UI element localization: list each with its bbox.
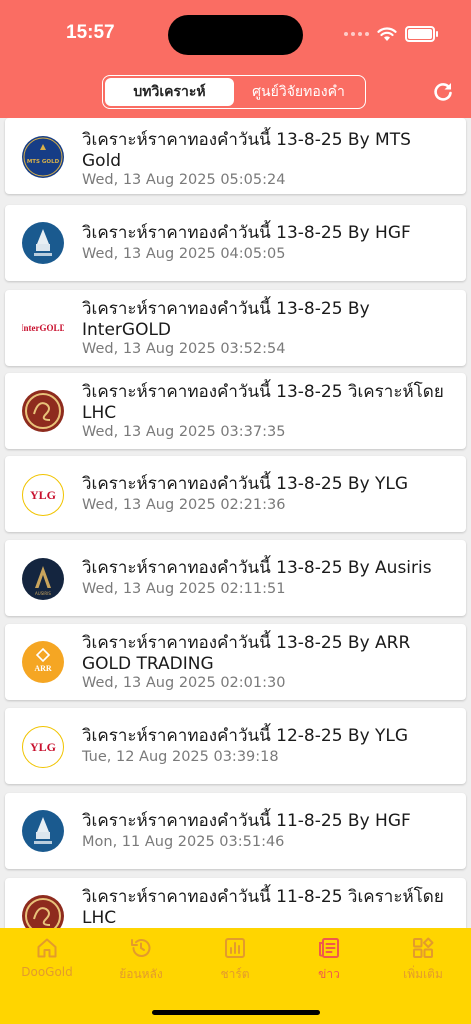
tab-chart[interactable]: ชาร์ต <box>195 936 275 984</box>
intergold-logo: InterGOLD <box>22 307 64 349</box>
tab-label: DooGold <box>21 965 73 979</box>
tab-history[interactable]: ย้อนหลัง <box>101 936 181 984</box>
hgf-logo <box>22 810 64 852</box>
article-card[interactable]: วิเคราะห์ราคาทองคำวันนี้ 11-8-25 วิเคราะ… <box>5 878 466 928</box>
article-card[interactable]: ARR วิเคราะห์ราคาทองคำวันนี้ 13-8-25 By … <box>5 624 466 700</box>
article-date: Wed, 13 Aug 2025 05:05:24 <box>82 172 286 188</box>
ylg-logo: YLG <box>22 474 64 516</box>
article-title: วิเคราะห์ราคาทองคำวันนี้ 11-8-25 วิเคราะ… <box>82 887 444 928</box>
article-title: วิเคราะห์ราคาทองคำวันนี้ 13-8-25 By HGF <box>82 223 411 243</box>
home-indicator <box>152 1010 320 1015</box>
article-date: Wed, 13 Aug 2025 02:11:51 <box>82 581 286 597</box>
article-title: วิเคราะห์ราคาทองคำวันนี้ 13-8-25 By YLG <box>82 474 409 494</box>
tab-more[interactable]: เพิ่มเติม <box>383 936 463 984</box>
history-icon <box>131 939 151 957</box>
segmented-control: บทวิเคราะห์ ศูนย์วิจัยทองคำ <box>102 75 366 109</box>
article-date: Wed, 13 Aug 2025 03:52:54 <box>82 341 286 357</box>
tab-label: ชาร์ต <box>220 967 250 981</box>
article-title: วิเคราะห์ราคาทองคำวันนี้ 13-8-25 By Inte… <box>82 299 370 340</box>
article-title: วิเคราะห์ราคาทองคำวันนี้ 12-8-25 By YLG <box>82 726 409 746</box>
battery-icon <box>405 26 438 42</box>
tab-analysis[interactable]: บทวิเคราะห์ <box>105 78 234 106</box>
article-card[interactable]: วิเคราะห์ราคาทองคำวันนี้ 11-8-25 By HGF … <box>5 793 466 869</box>
refresh-icon[interactable] <box>431 80 455 104</box>
article-date: Wed, 13 Aug 2025 03:37:35 <box>82 424 286 440</box>
article-title: วิเคราะห์ราคาทองคำวันนี้ 13-8-25 By MTS … <box>82 130 411 171</box>
article-date: Wed, 13 Aug 2025 02:01:30 <box>82 675 286 691</box>
hgf-logo <box>22 222 64 264</box>
article-date: Tue, 12 Aug 2025 03:39:18 <box>82 749 279 765</box>
news-icon <box>319 938 339 958</box>
status-icons <box>344 26 438 42</box>
tab-doogold[interactable]: DooGold <box>7 936 87 979</box>
tab-label: ข่าว <box>318 967 340 981</box>
tab-label: ย้อนหลัง <box>119 967 163 981</box>
signal-icon <box>344 32 369 36</box>
wifi-icon <box>377 26 397 41</box>
article-title: วิเคราะห์ราคาทองคำวันนี้ 13-8-25 By ARR … <box>82 633 411 674</box>
mts-gold-logo: MTS GOLD <box>22 136 64 178</box>
article-date: Wed, 13 Aug 2025 04:05:05 <box>82 246 286 262</box>
status-time: 15:57 <box>66 22 115 43</box>
dynamic-island <box>168 15 303 55</box>
svg-text:MTS GOLD: MTS GOLD <box>27 159 60 165</box>
article-date: Wed, 13 Aug 2025 02:21:36 <box>82 497 286 513</box>
article-card[interactable]: วิเคราะห์ราคาทองคำวันนี้ 13-8-25 วิเคราะ… <box>5 373 466 449</box>
ausiris-logo: AUSIRIS <box>22 558 64 600</box>
home-icon <box>37 938 57 958</box>
article-card[interactable]: AUSIRIS วิเคราะห์ราคาทองคำวันนี้ 13-8-25… <box>5 540 466 616</box>
tab-news[interactable]: ข่าว <box>289 936 369 984</box>
svg-text:AUSIRIS: AUSIRIS <box>35 591 51 596</box>
article-title: วิเคราะห์ราคาทองคำวันนี้ 13-8-25 วิเคราะ… <box>82 382 444 423</box>
article-card[interactable]: MTS GOLD วิเคราะห์ราคาทองคำวันนี้ 13-8-2… <box>5 118 466 194</box>
lhc-logo <box>22 390 64 432</box>
app-header: 15:57 บทวิเคราะห์ ศูนย์วิจัยทองคำ <box>0 0 471 118</box>
lhc-logo <box>22 895 64 928</box>
chart-icon <box>225 938 245 958</box>
ylg-logo: YLG <box>22 726 64 768</box>
arr-logo: ARR <box>22 641 64 683</box>
article-title: วิเคราะห์ราคาทองคำวันนี้ 11-8-25 By HGF <box>82 811 411 831</box>
svg-text:ARR: ARR <box>34 664 52 673</box>
article-card[interactable]: YLG วิเคราะห์ราคาทองคำวันนี้ 12-8-25 By … <box>5 708 466 784</box>
tab-gold-research[interactable]: ศูนย์วิจัยทองคำ <box>234 78 363 106</box>
article-card[interactable]: YLG วิเคราะห์ราคาทองคำวันนี้ 13-8-25 By … <box>5 456 466 532</box>
article-date: Mon, 11 Aug 2025 03:51:46 <box>82 834 285 850</box>
article-card[interactable]: วิเคราะห์ราคาทองคำวันนี้ 13-8-25 By HGF … <box>5 205 466 281</box>
article-title: วิเคราะห์ราคาทองคำวันนี้ 13-8-25 By Ausi… <box>82 558 432 578</box>
more-grid-icon <box>413 937 434 958</box>
article-list[interactable]: MTS GOLD วิเคราะห์ราคาทองคำวันนี้ 13-8-2… <box>0 118 471 928</box>
article-card[interactable]: InterGOLD วิเคราะห์ราคาทองคำวันนี้ 13-8-… <box>5 290 466 366</box>
tab-label: เพิ่มเติม <box>403 967 443 981</box>
